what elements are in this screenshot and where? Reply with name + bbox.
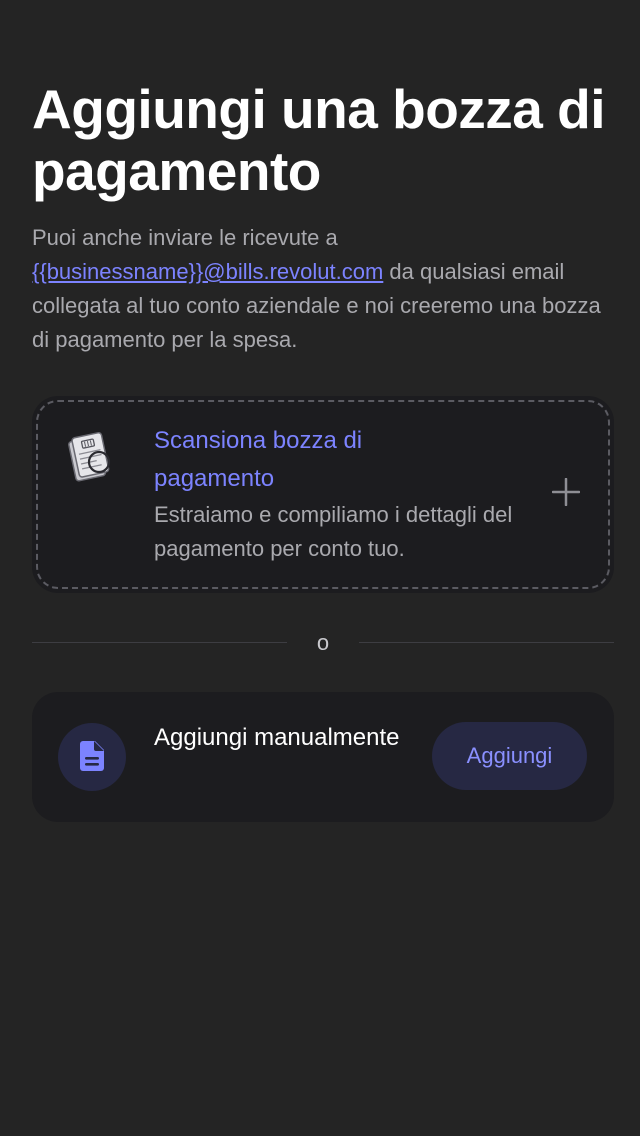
- screen: Aggiungi una bozza di pagamento Puoi anc…: [2, 0, 640, 1136]
- divider-line-left: [32, 642, 287, 643]
- description-text-before: Puoi anche inviare le ricevute a: [32, 225, 338, 250]
- bills-email-link[interactable]: {{businessname}}@bills.revolut.com: [32, 259, 383, 284]
- document-icon: [58, 723, 126, 791]
- scan-card-description: Estraiamo e compiliamo i dettagli del pa…: [154, 502, 513, 561]
- add-manually-card: Aggiungi manualmente Aggiungi: [32, 692, 614, 822]
- divider-label: o: [316, 630, 330, 655]
- plus-icon[interactable]: [551, 477, 581, 507]
- add-manually-button[interactable]: Aggiungi: [432, 722, 587, 790]
- receipt-scan-icon: [66, 430, 116, 486]
- scan-card-title: Scansiona bozza di pagamento: [154, 427, 363, 492]
- scan-payment-draft-card[interactable]: Scansiona bozza di pagamento Estraiamo e…: [32, 396, 614, 593]
- divider-line-right: [359, 642, 614, 643]
- page-title: Aggiungi una bozza di pagamento: [32, 78, 606, 202]
- page-description: Puoi anche inviare le ricevute a {{busin…: [32, 221, 617, 357]
- add-manually-label: Aggiungi manualmente: [154, 724, 400, 751]
